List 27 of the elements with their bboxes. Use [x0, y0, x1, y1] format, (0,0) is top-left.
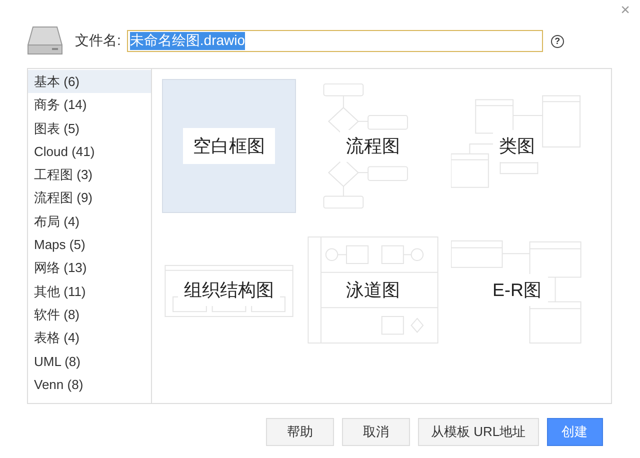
category-item[interactable]: Cloud (41) [28, 140, 151, 164]
category-item[interactable]: 网络 (13) [28, 256, 151, 280]
category-item[interactable]: 流程图 (9) [28, 186, 151, 210]
category-item[interactable]: 图表 (5) [28, 116, 151, 140]
filename-label: 文件名: [75, 32, 121, 50]
category-item[interactable]: 工程图 (3) [28, 163, 151, 186]
category-item[interactable]: Venn (8) [28, 372, 151, 396]
help-icon[interactable]: ? [550, 34, 564, 48]
class-diagram-template[interactable]: 类图 [450, 79, 584, 213]
category-item[interactable]: 表格 (4) [28, 326, 151, 350]
category-item[interactable]: 软件 (8) [28, 302, 151, 326]
category-item[interactable]: 其他 (11) [28, 280, 151, 303]
er-diagram-template[interactable]: E-R图 [450, 235, 584, 345]
category-item[interactable]: 商务 (14) [28, 93, 151, 117]
dialog-button[interactable]: 取消 [342, 418, 410, 446]
category-item[interactable]: 基本 (6) [28, 70, 151, 94]
category-item[interactable]: 布局 (4) [28, 210, 151, 234]
dialog-button[interactable]: 帮助 [266, 418, 334, 446]
category-item[interactable]: UML (8) [28, 350, 151, 373]
template-label: 类图 [493, 130, 541, 162]
dialog-button[interactable]: 从模板 URL地址 [418, 418, 539, 446]
flowchart-template[interactable]: 流程图 [306, 79, 440, 213]
swimlane-template[interactable]: 泳道图 [306, 235, 440, 345]
category-item[interactable]: Maps (5) [28, 233, 151, 256]
blank-template[interactable]: 空白框图 [162, 79, 296, 213]
org-chart-template[interactable]: 组织结构图 [162, 235, 296, 345]
template-label: 空白框图 [183, 128, 275, 164]
